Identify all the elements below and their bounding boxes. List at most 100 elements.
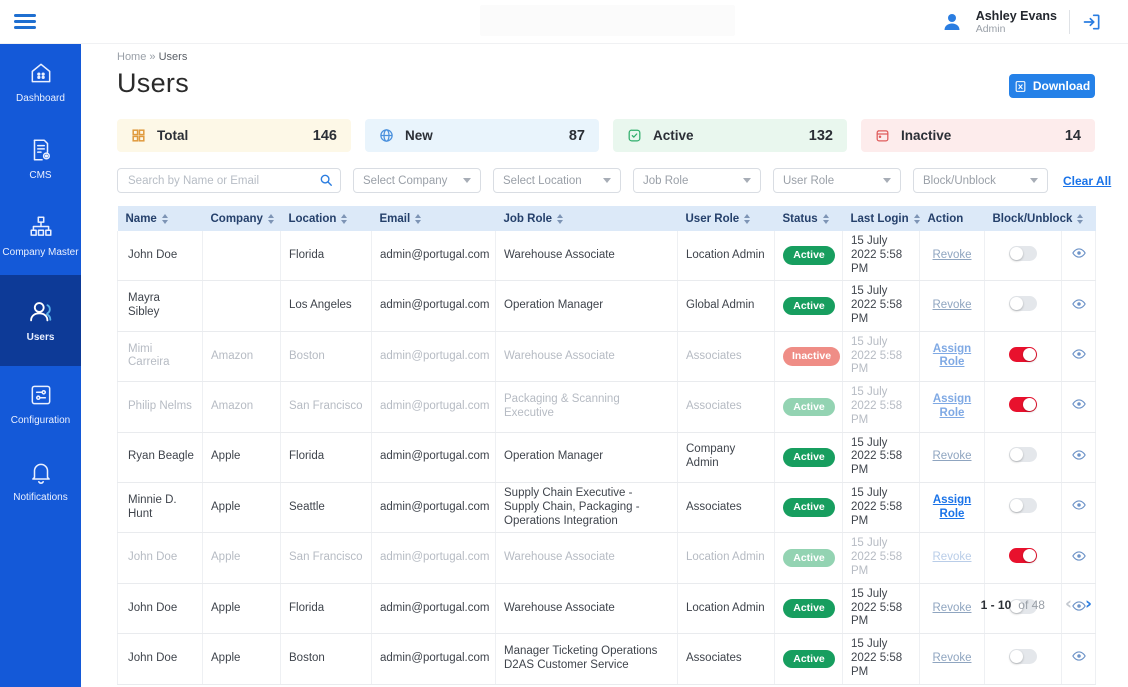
cell-user-role: Associates [678,382,775,432]
eye-icon[interactable] [1072,397,1086,411]
cell-user-role: Associates [678,482,775,532]
logout-icon[interactable] [1082,12,1102,32]
cell-job-role: Packaging & Scanning Executive [496,382,678,432]
revoke-link[interactable]: Revoke [933,299,972,311]
assign-role-link[interactable]: Assign Role [933,494,971,520]
cell-company: Apple [203,533,281,583]
stat-label: New [405,128,433,143]
cell-user-role: Location Admin [678,533,775,583]
cell-status: Active [775,533,843,583]
breadcrumb-home[interactable]: Home [117,51,146,63]
sort-icon[interactable] [557,214,563,224]
cell-action: Assign Role [920,331,985,381]
stat-card-inactive: Inactive 14 [861,119,1095,152]
search-icon[interactable] [319,173,333,187]
eye-icon[interactable] [1072,448,1086,462]
users-icon [27,297,55,325]
eye-icon[interactable] [1072,649,1086,663]
dropdown-value: Block/Unblock [923,175,996,187]
eye-icon[interactable] [1072,549,1086,563]
cell-company: Apple [203,634,281,684]
sidebar-item-company-master[interactable]: Company Master [0,198,81,275]
cell-view [1062,231,1096,281]
revoke-link[interactable]: Revoke [933,551,972,563]
clear-all-link[interactable]: Clear All [1063,174,1111,188]
cell-company [203,281,281,331]
stats-row: Total 146 New 87 Active 132 Inactive 14 [117,119,1095,152]
user-menu[interactable]: Ashley Evans Admin [940,0,1102,44]
block-toggle[interactable] [1009,498,1037,513]
block-unblock-dropdown[interactable]: Block/Unblock [913,168,1048,193]
top-bar: Ashley Evans Admin [0,0,1128,44]
sort-icon[interactable] [415,214,421,224]
cell-job-role: Warehouse Associate [496,331,678,381]
search-field [117,168,341,193]
revoke-link[interactable]: Revoke [933,652,972,664]
globe-icon [379,128,394,143]
dropdown-value: Select Company [363,175,447,187]
sidebar-item-label: Dashboard [16,93,65,105]
revoke-link[interactable]: Revoke [933,450,972,462]
column-header: Status [775,206,843,231]
stat-label: Inactive [901,128,951,143]
cell-view [1062,432,1096,482]
download-button[interactable]: Download [1009,74,1095,98]
user-role: Admin [976,23,1057,35]
cell-email: admin@portugal.com [372,634,496,684]
block-toggle[interactable] [1009,246,1037,261]
sort-icon[interactable] [914,214,920,224]
eye-icon[interactable] [1072,246,1086,260]
column-header: Job Role [496,206,678,231]
user-role-dropdown[interactable]: User Role [773,168,901,193]
select-location-dropdown[interactable]: Select Location [493,168,621,193]
cell-email: admin@portugal.com [372,331,496,381]
cell-view [1062,382,1096,432]
cell-company: Amazon [203,382,281,432]
table-row: John DoeFloridaadmin@portugal.comWarehou… [118,231,1096,281]
stat-value: 87 [569,128,585,144]
sidebar-item-configuration[interactable]: Configuration [0,366,81,443]
sort-icon[interactable] [162,214,168,224]
stat-label: Total [157,128,188,143]
eye-icon[interactable] [1072,297,1086,311]
sort-icon[interactable] [341,214,347,224]
block-toggle[interactable] [1009,447,1037,462]
cell-location: Boston [281,331,372,381]
breadcrumb-current: Users [159,51,188,63]
stat-label: Active [653,128,694,143]
assign-role-link[interactable]: Assign Role [933,343,971,369]
cell-job-role: Manager Ticketing Operations D2AS Custom… [496,634,678,684]
sort-icon[interactable] [1077,214,1083,224]
block-toggle[interactable] [1009,397,1037,412]
sidebar-item-dashboard[interactable]: Dashboard [0,44,81,121]
block-toggle[interactable] [1009,649,1037,664]
calendar-icon [875,128,890,143]
sidebar-item-users[interactable]: Users [0,275,81,366]
block-toggle[interactable] [1009,296,1037,311]
assign-role-link[interactable]: Assign Role [933,393,971,419]
eye-icon[interactable] [1072,498,1086,512]
search-input[interactable] [117,168,341,193]
block-toggle[interactable] [1009,347,1037,362]
pagination-prev-icon[interactable]: ‹ [1062,596,1075,613]
job-role-dropdown[interactable]: Job Role [633,168,761,193]
chevron-down-icon [883,178,891,183]
pagination-next-icon[interactable]: › [1082,596,1095,613]
stat-card-new: New 87 [365,119,599,152]
sidebar-item-cms[interactable]: CMS [0,121,81,198]
sort-icon[interactable] [268,214,274,224]
revoke-link[interactable]: Revoke [933,249,972,261]
block-toggle[interactable] [1009,548,1037,563]
menu-icon[interactable] [14,11,36,32]
eye-icon[interactable] [1072,347,1086,361]
column-label: Block/Unblock [993,213,1073,225]
sort-icon[interactable] [823,214,829,224]
select-company-dropdown[interactable]: Select Company [353,168,481,193]
dropdown-value: User Role [783,175,834,187]
sort-icon[interactable] [744,214,750,224]
table-row: Philip NelmsAmazonSan Franciscoadmin@por… [118,382,1096,432]
sidebar-item-notifications[interactable]: Notifications [0,443,81,520]
cell-block-unblock [985,331,1062,381]
cell-user-role: Associates [678,634,775,684]
configuration-icon [28,382,54,408]
